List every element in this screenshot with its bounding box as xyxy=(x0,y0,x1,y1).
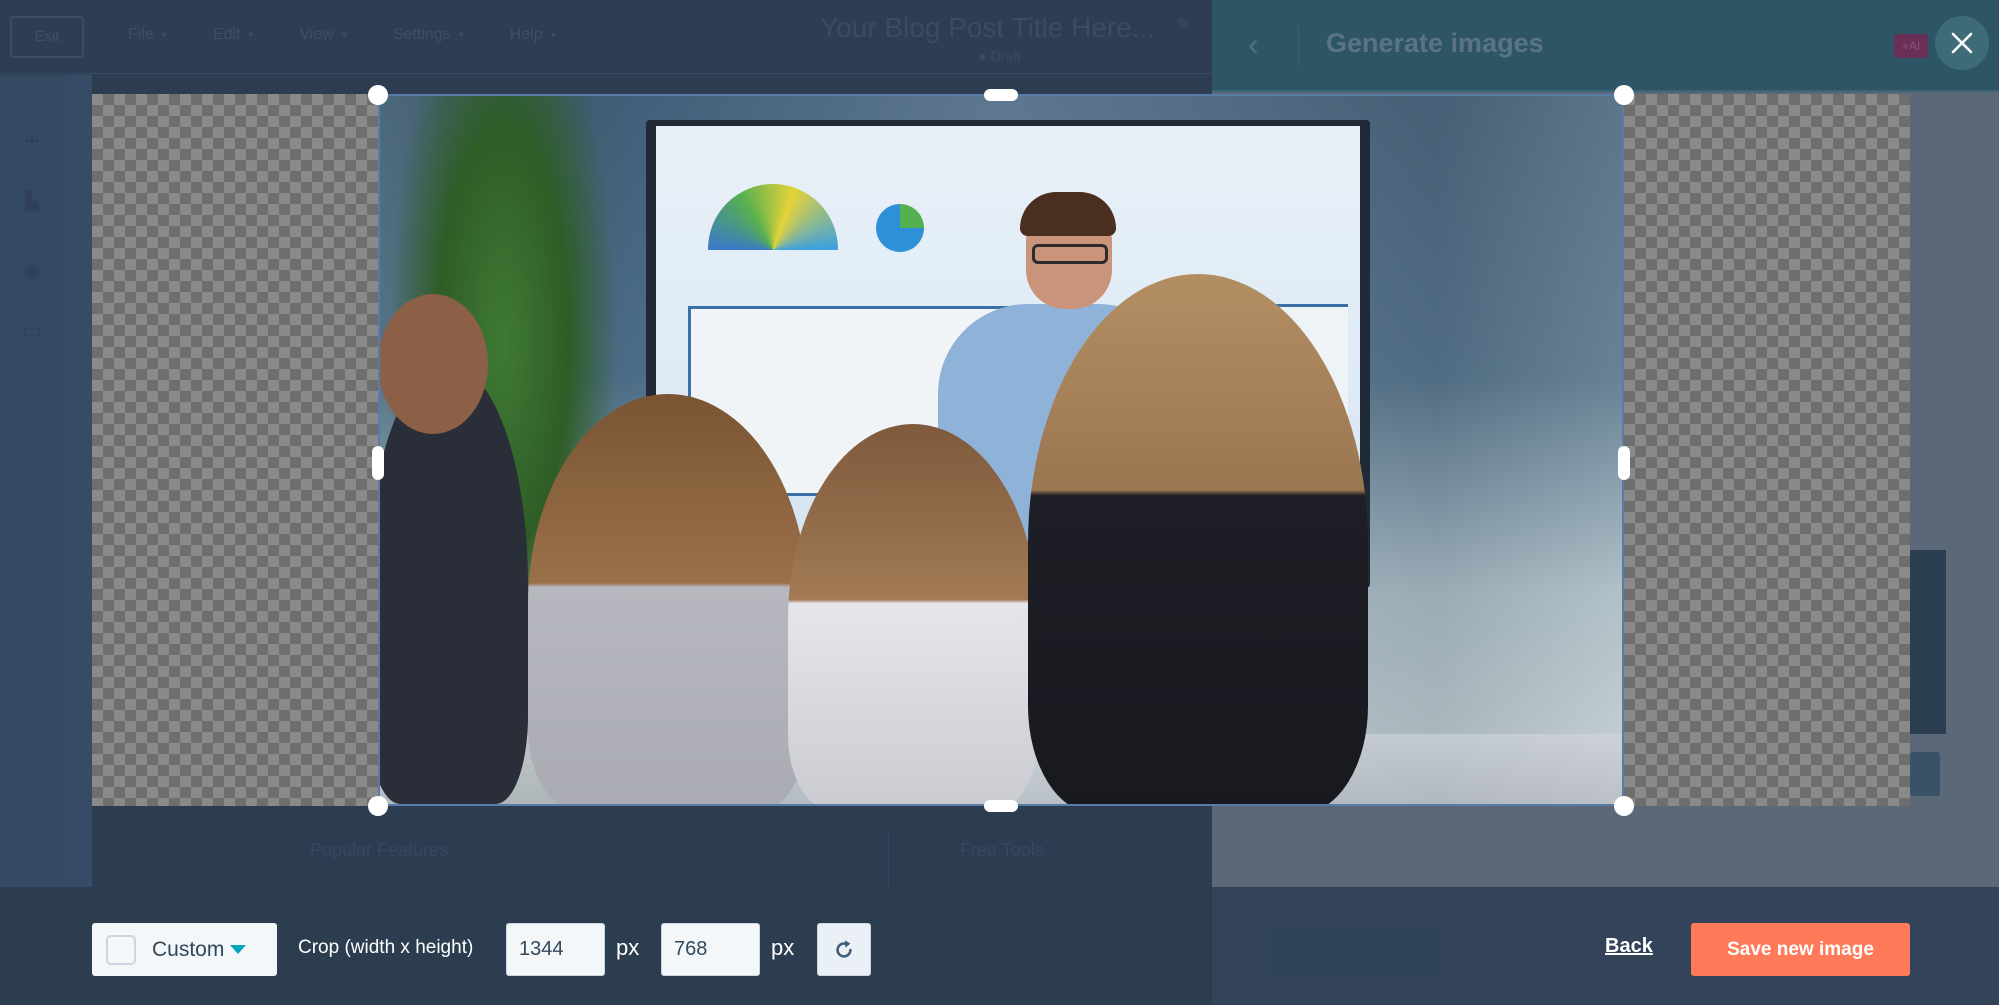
back-chevron-icon: ‹ xyxy=(1248,26,1259,62)
layers-icon: ▙ xyxy=(25,191,39,211)
photo-audience-4 xyxy=(1028,274,1368,806)
aspect-preset-dropdown[interactable]: Custom xyxy=(92,923,277,976)
chevron-down-icon: ▾ xyxy=(341,29,347,41)
side-panel-title: Generate images xyxy=(1326,28,1544,58)
menu-help: Help ▾ xyxy=(510,26,556,44)
crop-handle-left[interactable] xyxy=(372,446,384,480)
photo-pie-chart xyxy=(876,204,924,252)
pencil-icon: ✎ xyxy=(1176,16,1190,33)
menu-view: View ▾ xyxy=(299,26,346,44)
aspect-box-icon xyxy=(106,934,136,965)
width-unit-label: px xyxy=(616,935,640,960)
blog-status: ● Draft xyxy=(978,48,1021,64)
menu-settings: Settings ▾ xyxy=(393,26,464,44)
reset-crop-button[interactable] xyxy=(817,923,871,976)
chevron-down-icon: ▾ xyxy=(248,29,254,41)
crop-handle-top[interactable] xyxy=(984,89,1018,101)
chevron-down-icon: ▾ xyxy=(550,29,556,41)
menu-edit: Edit ▾ xyxy=(213,26,254,44)
crop-handle-top-right[interactable] xyxy=(1614,85,1634,105)
exit-button: Exit xyxy=(10,16,84,58)
menu-view-label: View xyxy=(299,26,334,43)
chevron-down-icon: ▾ xyxy=(161,29,167,41)
aspect-preset-label: Custom xyxy=(152,937,225,961)
crop-handle-right[interactable] xyxy=(1618,446,1630,480)
back-link[interactable]: Back xyxy=(1605,935,1653,958)
ai-badge: +AI xyxy=(1894,34,1928,58)
caret-down-icon xyxy=(230,945,247,954)
crop-handle-top-left[interactable] xyxy=(368,85,388,105)
crop-dimensions-label: Crop (width x height) xyxy=(298,937,474,958)
menu-file-label: File xyxy=(128,26,154,43)
footer-tab-popular: Popular Features xyxy=(310,840,449,860)
photo-presenter-glasses xyxy=(1032,244,1108,264)
photo-audience-1-head xyxy=(378,294,488,434)
crop-image[interactable] xyxy=(378,94,1624,806)
crop-handle-bottom-left[interactable] xyxy=(368,796,388,816)
editor-menu: File ▾ Edit ▾ View ▾ Settings ▾ Help ▾ xyxy=(128,26,556,44)
editor-topbar: Exit File ▾ Edit ▾ View ▾ Settings ▾ Help ▾ Y… xyxy=(0,0,1212,74)
photo-presenter-hair xyxy=(1020,192,1116,236)
transparent-area-right xyxy=(1624,94,1910,806)
photo-audience-3 xyxy=(788,424,1038,806)
blog-title: Your Blog Post Title Here... xyxy=(820,12,1156,43)
chevron-down-icon: ▾ xyxy=(458,29,464,41)
footer-tab-tools: Free Tools xyxy=(960,840,1044,860)
close-icon xyxy=(1951,32,1973,54)
editor-left-toolbar: + ▙ ◉ ▭ xyxy=(0,75,66,887)
menu-help-label: Help xyxy=(509,26,543,43)
crop-handle-bottom[interactable] xyxy=(984,800,1018,812)
photo-audience-2 xyxy=(528,394,808,806)
rotate-icon xyxy=(836,939,852,958)
plus-icon: + xyxy=(24,126,40,156)
transparent-area-left xyxy=(92,94,378,806)
menu-file: File ▾ xyxy=(128,26,167,44)
header-separator xyxy=(1298,26,1299,66)
crop-width-input[interactable] xyxy=(506,923,605,976)
thumbnail-action-button xyxy=(1910,752,1940,796)
save-new-image-button[interactable]: Save new image xyxy=(1691,923,1910,976)
crop-height-input[interactable] xyxy=(661,923,760,976)
eye-icon: ◉ xyxy=(23,260,41,282)
result-thumbnail xyxy=(1910,550,1946,734)
footer-divider xyxy=(888,832,889,888)
side-panel-ghost-button xyxy=(1268,926,1444,976)
menu-edit-label: Edit xyxy=(212,26,241,43)
menu-settings-label: Settings xyxy=(392,26,451,43)
close-button[interactable] xyxy=(1935,16,1989,70)
blog-status-label: Draft xyxy=(990,48,1021,64)
editor-left-gutter xyxy=(66,75,92,887)
height-unit-label: px xyxy=(771,935,795,960)
crop-handle-bottom-right[interactable] xyxy=(1614,796,1634,816)
page-icon: ▭ xyxy=(21,318,43,343)
crop-stage[interactable] xyxy=(92,94,1910,806)
